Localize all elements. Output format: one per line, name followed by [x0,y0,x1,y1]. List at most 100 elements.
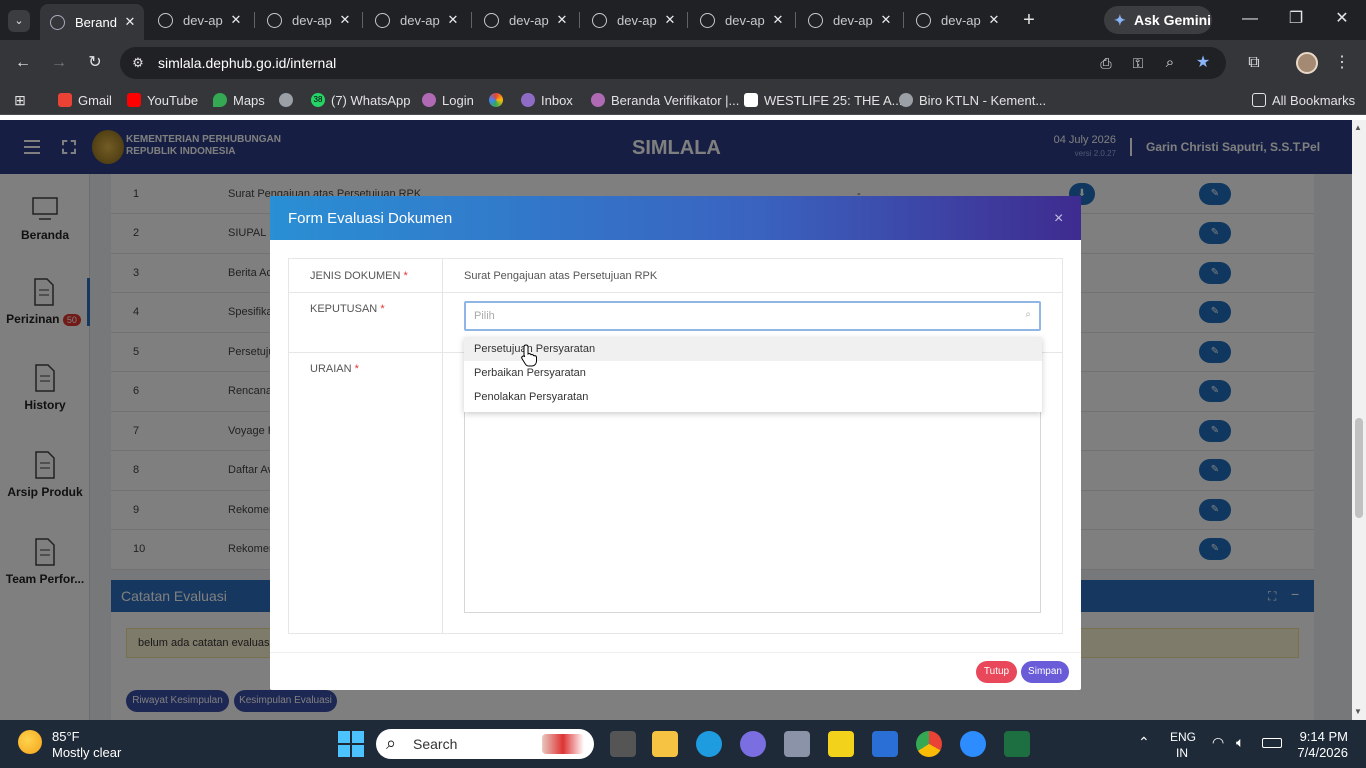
keputusan-dropdown-list: Persetujuan Persyaratan Perbaikan Persya… [464,337,1042,412]
all-bookmarks[interactable]: All Bookmarks [1252,92,1355,108]
tab-separator [579,12,580,28]
keputusan-label: KEPUTUSAN * [310,303,385,315]
close-tab-icon[interactable]: ✕ [770,12,786,28]
task-view-icon[interactable] [610,731,636,757]
zoom-icon[interactable]: ⌕ [1160,52,1180,74]
simpan-button[interactable]: Simpan [1021,661,1069,683]
close-window-icon[interactable]: ✕ [1332,8,1352,30]
edge-icon[interactable] [696,731,722,757]
tab-dev-ap[interactable]: dev-ap ✕ [916,6,1008,34]
uraian-label: URAIAN * [310,363,359,375]
option-persetujuan-persyaratan[interactable]: Persetujuan Persyaratan [464,337,1042,361]
new-tab-icon[interactable]: + [1018,9,1040,31]
bookmark-star-icon[interactable]: ★ [1192,52,1214,74]
bookmark-youtube[interactable]: YouTube [127,92,198,108]
close-tab-icon[interactable]: ✕ [228,12,244,28]
profile-avatar[interactable] [1296,52,1318,74]
url-text[interactable]: simlala.dephub.go.id/internal [158,55,336,71]
sticky-notes-icon[interactable] [828,731,854,757]
weather-desc[interactable]: Mostly clear [52,745,121,760]
tab-dev-ap[interactable]: dev-ap ✕ [484,6,576,34]
install-icon[interactable]: ⎙ [1096,52,1116,74]
bookmark-label: (7) WhatsApp [331,92,411,108]
tab-dev-ap[interactable]: dev-ap ✕ [267,6,359,34]
tab-dev-ap[interactable]: dev-ap ✕ [592,6,684,34]
reload-icon[interactable]: ↻ [84,52,106,74]
modal-close-icon[interactable]: × [1054,210,1063,228]
bookmark-maps[interactable]: Maps [213,92,265,108]
zoom-app-icon[interactable] [960,731,986,757]
tab-dev-ap[interactable]: dev-ap ✕ [158,6,250,34]
close-tab-icon[interactable]: ✕ [662,12,678,28]
volume-icon[interactable]: 🔈︎ [1236,734,1244,751]
close-tab-icon[interactable]: ✕ [878,12,894,28]
remote-desktop-icon[interactable] [872,731,898,757]
restore-icon[interactable]: ❐ [1286,8,1306,30]
tab-dev-ap[interactable]: dev-ap ✕ [375,6,467,34]
chrome-icon[interactable] [916,731,942,757]
tab-label: dev-ap [509,12,549,28]
start-icon[interactable] [338,731,364,757]
tab-beranda[interactable]: Berand ✕ [40,4,144,40]
form-col-divider [442,259,443,633]
scroll-up-arrow[interactable]: ▲ [1354,123,1362,132]
taskbar-search[interactable]: ⌕ Search [376,729,594,759]
bookmark-westlife[interactable]: WESTLIFE 25: THE A... [744,92,902,108]
lang-line2[interactable]: IN [1176,746,1188,760]
keputusan-select[interactable]: Pilih ⌕ [464,301,1041,331]
close-tab-icon[interactable]: ✕ [986,12,1002,28]
menu-dots-icon[interactable]: ⋮ [1332,52,1352,74]
excel-icon[interactable] [1004,731,1030,757]
copilot-icon[interactable] [740,731,766,757]
bookmark-login[interactable]: Login [422,92,474,108]
tab-separator [362,12,363,28]
bookmark-gmail[interactable]: Gmail [58,92,112,108]
ask-gemini-label: Ask Gemini [1134,12,1212,28]
show-hidden-icons-icon[interactable]: ⌃ [1138,734,1150,751]
label-text: KEPUTUSAN [310,303,378,315]
tab-dev-ap[interactable]: dev-ap ✕ [700,6,792,34]
site-info-icon[interactable]: ⚙ [128,53,148,73]
file-explorer-icon[interactable] [652,731,678,757]
option-penolakan-persyaratan[interactable]: Penolakan Persyaratan [464,385,1042,409]
close-tab-icon[interactable]: ✕ [337,12,353,28]
pinwheel-icon [489,93,503,107]
scrollbar-thumb[interactable] [1355,418,1363,518]
westlife-icon [744,93,758,107]
apps-grid-icon[interactable]: ⊞ [10,90,30,110]
clock-time[interactable]: 9:14 PM [1298,729,1348,744]
tab-label: Berand [75,14,117,30]
bookmark-pinwheel[interactable] [489,92,509,108]
label-text: JENIS DOKUMEN [310,270,401,282]
bookmark-biro-ktln[interactable]: Biro KTLN - Kement... [899,92,1046,108]
close-tab-icon[interactable]: ✕ [445,12,461,28]
tab-dev-ap[interactable]: dev-ap ✕ [808,6,900,34]
jenis-dokumen-value: Surat Pengajuan atas Persetujuan RPK [464,270,658,282]
bookmark-globe[interactable] [279,92,299,108]
bookmark-inbox[interactable]: Inbox [521,92,573,108]
forward-icon[interactable]: → [48,52,70,74]
gemini-icon: ✦ [1114,12,1126,28]
extensions-icon[interactable]: ⧉ [1243,52,1265,74]
close-tab-icon[interactable]: ✕ [554,12,570,28]
camera-icon[interactable] [784,731,810,757]
clock-date[interactable]: 7/4/2026 [1288,745,1348,760]
back-icon[interactable]: ← [12,52,34,74]
search-icon: ⌕ [1025,309,1031,320]
lang-line1[interactable]: ENG [1170,730,1196,744]
globe-icon [267,12,282,28]
weather-temp[interactable]: 85°F [52,729,80,744]
tutup-button[interactable]: Tutup [976,661,1017,683]
bookmark-whatsapp[interactable]: 38 (7) WhatsApp [311,92,410,108]
weather-icon[interactable] [18,730,42,754]
battery-icon[interactable] [1262,738,1282,748]
minimize-icon[interactable]: — [1240,8,1260,30]
key-icon[interactable]: ⚿ [1128,52,1148,74]
tab-search-icon[interactable]: ⌄ [8,10,30,32]
option-perbaikan-persyaratan[interactable]: Perbaikan Persyaratan [464,361,1042,385]
scroll-down-arrow[interactable]: ▼ [1354,707,1362,716]
bookmark-beranda-verifikator[interactable]: Beranda Verifikator |... [591,92,739,108]
wifi-icon[interactable]: ◠ [1212,734,1224,751]
ask-gemini-button[interactable]: ✦ Ask Gemini [1104,6,1212,34]
close-tab-icon[interactable]: ✕ [122,14,138,30]
